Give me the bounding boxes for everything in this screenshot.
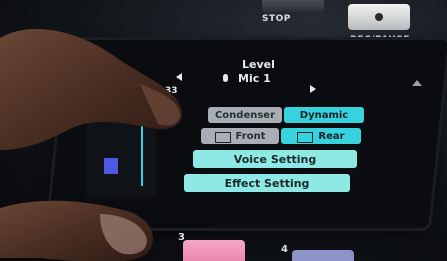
- device-photo: STOP REC/PAUSE Level Mic 1 33 Condenser …: [0, 0, 447, 261]
- pointing-hand: [0, 29, 183, 261]
